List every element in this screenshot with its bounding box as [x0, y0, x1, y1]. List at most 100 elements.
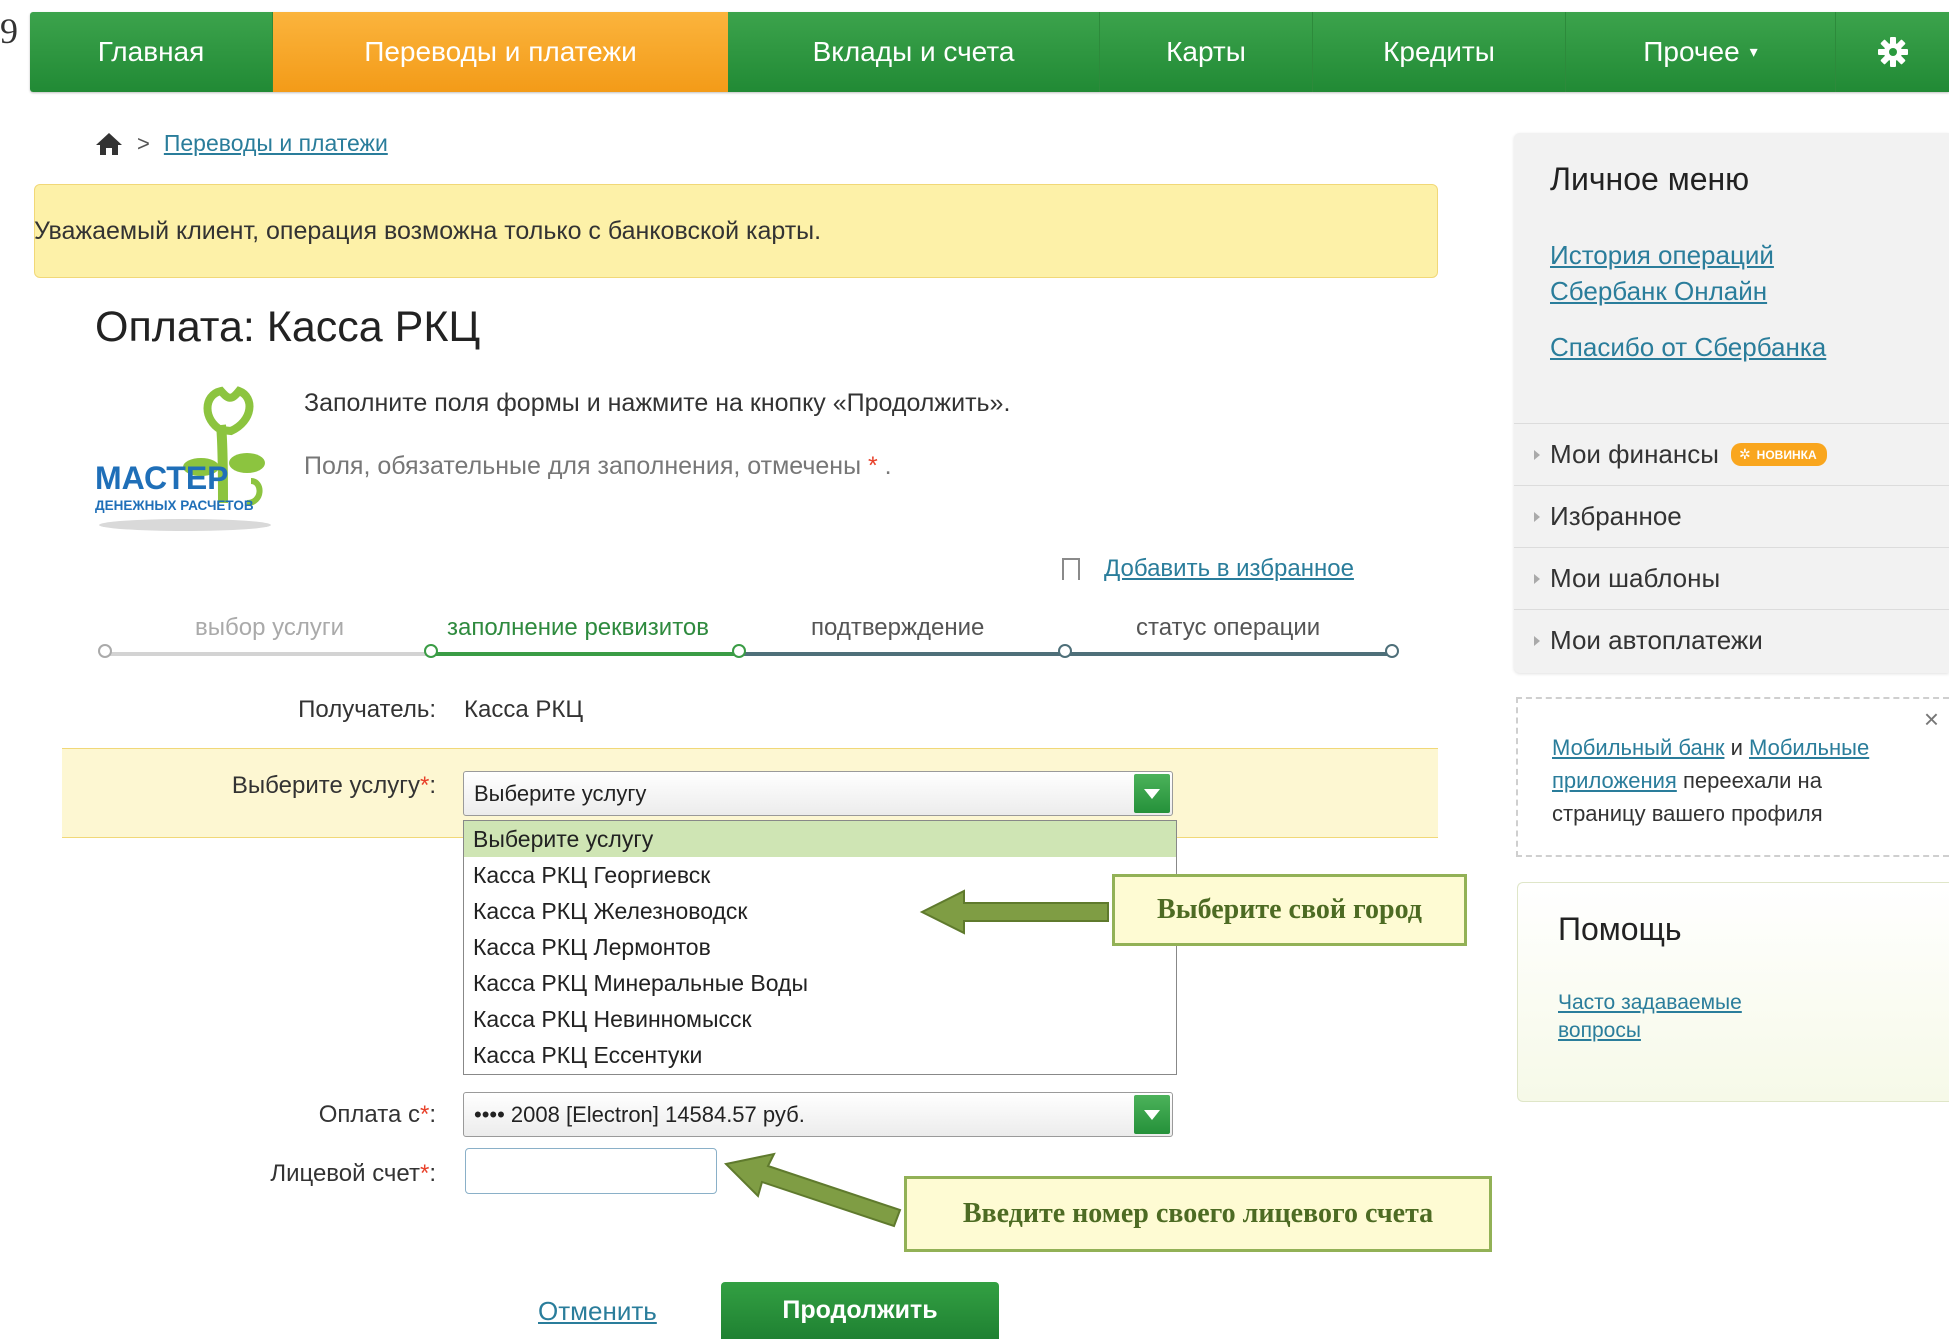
- mobile-apps-link-1[interactable]: Мобильные: [1749, 735, 1869, 760]
- service-label-text: Выберите услугу: [231, 772, 420, 799]
- mobile-bank-link[interactable]: Мобильный банк: [1552, 735, 1724, 760]
- mobile-and: и: [1730, 735, 1743, 760]
- mobile-notice-text-2: страницу вашего профиля: [1552, 801, 1823, 826]
- personal-menu-title: Личное меню: [1550, 161, 1750, 197]
- help-panel: Помощь Часто задаваемые вопросы: [1517, 882, 1949, 1102]
- personal-menu: Личное меню История операций Сбербанк Он…: [1514, 133, 1949, 673]
- step-fill-details: заполнение реквизитов: [447, 614, 710, 641]
- required-note: Поля, обязательные для заполнения, отмеч…: [304, 452, 892, 481]
- step-dot-4: [1058, 644, 1072, 658]
- account-label-colon: :: [429, 1160, 436, 1187]
- add-favorite-link[interactable]: Добавить в избранное: [1104, 555, 1354, 583]
- service-option[interactable]: Касса РКЦ Ессентуки: [464, 1037, 1176, 1073]
- step-dot-3: [732, 644, 746, 658]
- required-note-end: .: [884, 452, 892, 480]
- service-option[interactable]: Касса РКЦ Минеральные Воды: [464, 965, 1176, 1001]
- recipient-label: Получатель:: [298, 696, 436, 723]
- logo-subtitle: ДЕНЕЖНЫХ РАСЧЕТОВ: [95, 498, 254, 513]
- nav-item-deposits[interactable]: Вклады и счета: [728, 12, 1100, 92]
- chevron-right-icon: [1534, 635, 1540, 646]
- nav-item-home[interactable]: Главная: [30, 12, 273, 92]
- faq-link-line1: Часто задаваемые: [1558, 991, 1742, 1014]
- page-title: Оплата: Касса РКЦ: [95, 303, 481, 351]
- required-asterisk: *: [419, 1160, 430, 1187]
- required-note-text: Поля, обязательные для заполнения, отмеч…: [304, 452, 862, 480]
- history-link[interactable]: История операций Сбербанк Онлайн: [1550, 237, 1774, 309]
- breadcrumb-link-transfers[interactable]: Переводы и платежи: [164, 130, 388, 157]
- pay-from-label: Оплата с*:: [106, 1101, 436, 1129]
- new-badge-text: НОВИНКА: [1756, 447, 1817, 462]
- step-choose-service: выбор услуги: [195, 614, 345, 641]
- step-dot-2: [424, 644, 438, 658]
- required-asterisk: *: [419, 1101, 430, 1128]
- corner-number: 9: [0, 11, 18, 51]
- callout-enter-account: Введите номер своего лицевого счета: [904, 1176, 1492, 1252]
- faq-link[interactable]: Часто задаваемые вопросы: [1558, 989, 1798, 1045]
- chevron-right-icon: [1534, 449, 1540, 460]
- menu-item-templates[interactable]: Мои шаблоны: [1514, 547, 1949, 609]
- settings-button[interactable]: [1836, 12, 1949, 92]
- menu-item-finances[interactable]: Мои финансы ✲ НОВИНКА: [1514, 423, 1949, 485]
- callout-choose-city: Выберите свой город: [1112, 874, 1467, 946]
- top-nav: Главная Переводы и платежи Вклады и счет…: [30, 12, 1949, 92]
- step-dot-1: [98, 644, 112, 658]
- menu-item-templates-label: Мои шаблоны: [1550, 563, 1721, 593]
- step-line-current: [430, 652, 739, 656]
- mobile-apps-link-2[interactable]: приложения: [1552, 768, 1677, 793]
- service-select-value: Выберите услугу: [474, 780, 647, 806]
- step-confirmation: подтверждение: [811, 614, 985, 641]
- nav-item-other[interactable]: Прочее ▾: [1566, 12, 1836, 92]
- chevron-down-icon: ▾: [1749, 44, 1758, 61]
- help-title: Помощь: [1558, 911, 1682, 947]
- step-status: статус операции: [1136, 614, 1321, 641]
- breadcrumb: > Переводы и платежи: [95, 130, 388, 157]
- spasibo-link[interactable]: Спасибо от Сбербанка: [1550, 329, 1826, 365]
- account-input[interactable]: [465, 1148, 717, 1194]
- service-dropdown-list: Выберите услугу Касса РКЦ Георгиевск Кас…: [463, 820, 1177, 1075]
- step-dot-5: [1385, 644, 1399, 658]
- mobile-notice-text-1: переехали на: [1682, 768, 1822, 793]
- home-icon[interactable]: [95, 132, 123, 156]
- pay-from-label-text: Оплата с: [318, 1101, 420, 1128]
- required-asterisk: *: [867, 452, 878, 480]
- service-option[interactable]: Касса РКЦ Невинномысск: [464, 1001, 1176, 1037]
- nav-item-credits[interactable]: Кредиты: [1313, 12, 1566, 92]
- dropdown-arrow-icon[interactable]: [1134, 1095, 1170, 1134]
- nav-item-transfers[interactable]: Переводы и платежи: [273, 12, 728, 92]
- gear-icon: ✲: [1738, 446, 1751, 462]
- breadcrumb-separator: >: [137, 130, 150, 156]
- close-icon[interactable]: ×: [1924, 703, 1939, 736]
- pay-from-select[interactable]: •••• 2008 [Electron] 14584.57 руб.: [463, 1092, 1173, 1137]
- notice-banner: Уважаемый клиент, операция возможна толь…: [34, 184, 1438, 278]
- new-badge: ✲ НОВИНКА: [1730, 443, 1827, 466]
- step-line-done: [104, 652, 430, 656]
- add-favorite[interactable]: Добавить в избранное: [1062, 555, 1354, 583]
- pay-from-select-value: •••• 2008 [Electron] 14584.57 руб.: [474, 1101, 805, 1127]
- nav-item-other-label: Прочее: [1643, 36, 1740, 67]
- service-select[interactable]: Выберите услугу: [463, 771, 1173, 816]
- bookmark-icon: [1062, 558, 1080, 580]
- arrow-left-icon: [919, 889, 1109, 935]
- notice-text: Уважаемый клиент, операция возможна толь…: [34, 216, 822, 245]
- service-label: Выберите услугу*:: [106, 772, 436, 800]
- dropdown-arrow-icon[interactable]: [1134, 774, 1170, 813]
- history-link-line2: Сбербанк Онлайн: [1550, 276, 1768, 306]
- menu-item-autopayments-label: Мои автоплатежи: [1550, 625, 1763, 655]
- chevron-right-icon: [1534, 511, 1540, 522]
- history-link-line1: История операций: [1550, 240, 1774, 270]
- instruction-text: Заполните поля формы и нажмите на кнопку…: [304, 389, 1011, 417]
- pay-from-label-colon: :: [429, 1101, 436, 1128]
- nav-item-cards[interactable]: Карты: [1100, 12, 1313, 92]
- arrow-left-icon: [723, 1152, 902, 1228]
- menu-item-favorites[interactable]: Избранное: [1514, 485, 1949, 547]
- service-option[interactable]: Выберите услугу: [464, 821, 1176, 857]
- menu-item-autopayments[interactable]: Мои автоплатежи: [1514, 609, 1949, 671]
- menu-item-favorites-label: Избранное: [1550, 501, 1682, 531]
- provider-logo: МАСТЕР ДЕНЕЖНЫХ РАСЧЕТОВ: [93, 385, 278, 533]
- continue-button[interactable]: Продолжить: [721, 1282, 999, 1339]
- cancel-button[interactable]: Отменить: [538, 1296, 657, 1327]
- logo-title: МАСТЕР: [95, 460, 229, 496]
- required-asterisk: *: [419, 772, 430, 799]
- chevron-right-icon: [1534, 573, 1540, 584]
- menu-item-finances-label: Мои финансы: [1550, 439, 1719, 469]
